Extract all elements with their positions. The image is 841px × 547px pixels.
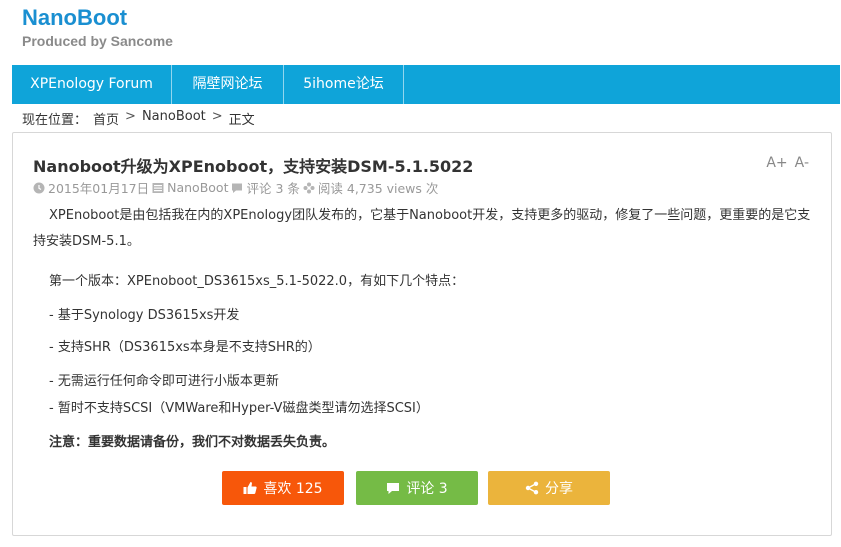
post-paragraph-version: 第一个版本：XPEnoboot_DS3615xs_5.1-5022.0，有如下几… — [49, 274, 465, 289]
post-notice: 注意：重要数据请备份，我们不对数据丢失负责。 — [49, 435, 336, 450]
post-meta: 2015年01月17日 NanoBoot 评论 3 条 阅读 4,735 vie… — [33, 178, 438, 197]
thumbs-up-icon — [243, 481, 258, 495]
breadcrumb: 现在位置： 首页 > NanoBoot > 正文 — [22, 109, 255, 128]
font-size-control: A+ A- — [766, 155, 809, 171]
views-icon — [303, 182, 315, 194]
font-decrease-button[interactable]: A- — [795, 155, 809, 171]
post-feature-item: - 基于Synology DS3615xs开发 — [49, 308, 240, 323]
post-feature-item: - 无需运行任何命令即可进行小版本更新 — [49, 374, 279, 389]
nav-item-xpenology-forum[interactable]: XPEnology Forum — [12, 65, 172, 104]
share-icon — [525, 481, 539, 495]
font-increase-button[interactable]: A+ — [766, 155, 787, 171]
site-subtitle: Produced by Sancome — [22, 33, 173, 49]
breadcrumb-current: 正文 — [228, 113, 255, 128]
share-button[interactable]: 分享 — [488, 471, 610, 505]
post-category-link[interactable]: NanoBoot — [167, 180, 228, 195]
like-button-label: 喜欢 125 — [263, 481, 323, 497]
like-button[interactable]: 喜欢 125 — [222, 471, 344, 505]
post-date: 2015年01月17日 — [48, 181, 150, 196]
breadcrumb-separator: > — [125, 109, 136, 124]
clock-icon — [33, 182, 45, 194]
comment-icon — [231, 182, 243, 194]
comment-button-label: 评论 3 — [406, 481, 448, 497]
breadcrumb-prefix: 现在位置： — [22, 113, 88, 128]
breadcrumb-separator: > — [211, 109, 223, 124]
breadcrumb-home[interactable]: 首页 — [93, 109, 119, 128]
site-title[interactable]: NanoBoot — [22, 6, 173, 30]
site-brand[interactable]: NanoBoot Produced by Sancome — [22, 6, 173, 50]
breadcrumb-category[interactable]: NanoBoot — [142, 109, 206, 128]
nav-item-5ihome-forum[interactable]: 5ihome论坛 — [284, 65, 404, 104]
post-title: Nanoboot升级为XPEnoboot，支持安装DSM-5.1.5022 — [33, 157, 474, 176]
post-actions: 喜欢 125 评论 3 分享 — [13, 469, 833, 509]
post-paragraph-intro: XPEnoboot是由包括我在内的XPEnology团队发布的，它基于Nanob… — [33, 208, 811, 249]
comment-button[interactable]: 评论 3 — [356, 471, 478, 505]
post-feature-item: - 支持SHR（DS3615xs本身是不支持SHR的） — [49, 340, 321, 355]
post-comment-count[interactable]: 评论 3 条 — [246, 178, 299, 197]
post-content: XPEnoboot是由包括我在内的XPEnology团队发布的，它基于Nanob… — [33, 203, 819, 450]
folder-icon — [152, 182, 164, 194]
comment-icon — [386, 481, 400, 495]
post-view-count: 阅读 4,735 views 次 — [317, 181, 439, 196]
post-feature-item: - 暂时不支持SCSI（VMWare和Hyper-V磁盘类型请勿选择SCSI） — [49, 401, 429, 416]
post-card: Nanoboot升级为XPEnoboot，支持安装DSM-5.1.5022 A+… — [12, 132, 832, 536]
share-button-label: 分享 — [545, 481, 573, 497]
main-nav: XPEnology Forum 隔壁网论坛 5ihome论坛 — [12, 65, 840, 104]
nav-item-gebi-forum[interactable]: 隔壁网论坛 — [172, 65, 284, 104]
